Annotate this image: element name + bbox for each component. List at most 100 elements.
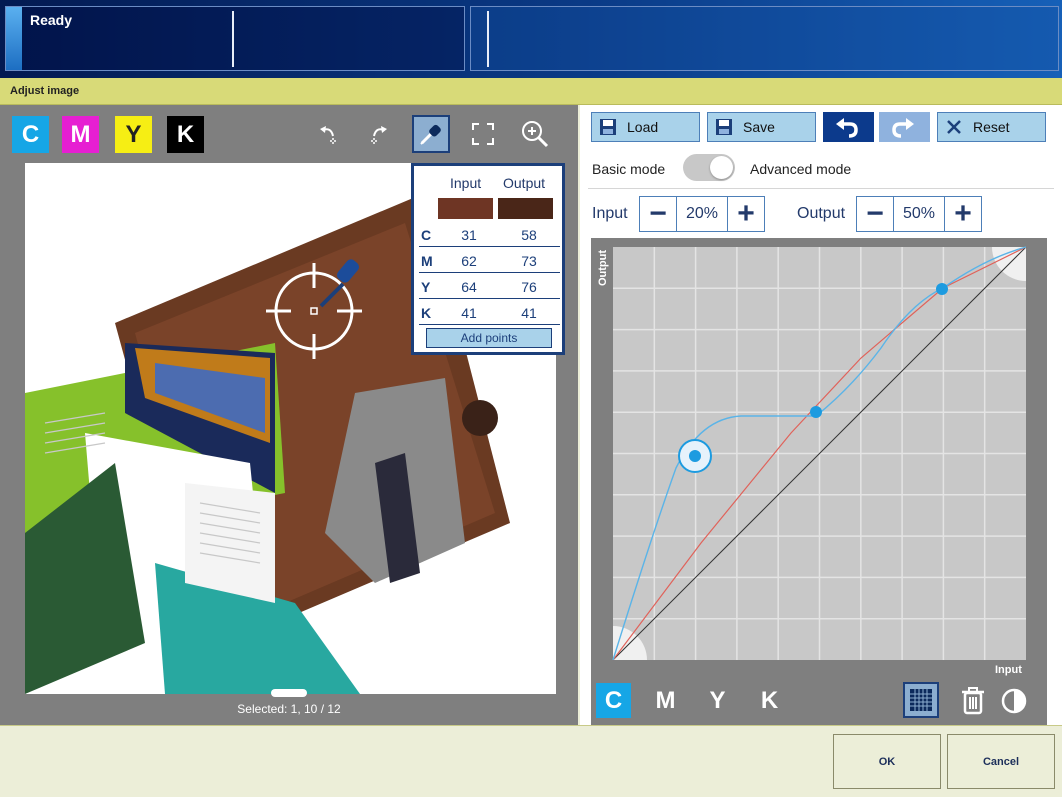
- picker-row-label: K: [421, 305, 432, 321]
- ink-label: C: [21, 120, 40, 148]
- input-increment-button[interactable]: +: [728, 197, 764, 231]
- channel-label: Y: [709, 686, 726, 714]
- channel-button-c[interactable]: C: [596, 683, 631, 718]
- rotate-left-button[interactable]: [309, 115, 347, 153]
- curve-point: [689, 450, 701, 462]
- ok-button[interactable]: OK: [833, 734, 941, 789]
- picker-row-output: 76: [521, 279, 537, 295]
- add-points-button[interactable]: Add points: [426, 328, 552, 348]
- channel-label: C: [604, 686, 623, 714]
- picker-row-label: M: [421, 253, 433, 269]
- status-text: Ready: [30, 12, 73, 28]
- cancel-button[interactable]: Cancel: [947, 734, 1055, 789]
- redo-icon: [892, 118, 914, 138]
- picker-row-k: K 41 41: [419, 301, 560, 325]
- advanced-mode-label: Advanced mode: [750, 161, 852, 177]
- toggle-knob: [710, 156, 733, 179]
- ink-label: Y: [125, 120, 142, 148]
- status-panel-left: Ready: [5, 6, 465, 71]
- output-stepper-label: Output: [797, 205, 846, 222]
- undo-icon: [836, 118, 858, 138]
- reset-icon: [947, 120, 961, 134]
- rotate-right-button[interactable]: [360, 115, 398, 153]
- basic-mode-label: Basic mode: [592, 161, 666, 177]
- load-button[interactable]: Load: [591, 112, 700, 142]
- ink-button-y[interactable]: Y: [115, 116, 152, 153]
- input-stepper: − 20% +: [639, 196, 765, 232]
- picker-row-output: 41: [521, 305, 537, 321]
- status-divider: [232, 11, 234, 67]
- channel-label: M: [655, 686, 676, 714]
- picker-row-y: Y 64 76: [419, 275, 560, 299]
- window-titlebar: Adjust image: [0, 78, 1062, 105]
- picker-row-output: 73: [521, 253, 537, 269]
- picker-row-c: C 31 58: [419, 223, 560, 247]
- zoom-in-icon: [522, 121, 549, 148]
- status-panel-right: [470, 6, 1059, 71]
- picker-input-header: Input: [450, 175, 482, 191]
- contrast-icon: [1001, 688, 1027, 714]
- output-value[interactable]: 50%: [893, 197, 945, 231]
- fullscreen-icon: [472, 123, 494, 145]
- eyedropper-icon: [420, 124, 441, 145]
- ink-label: M: [70, 120, 91, 148]
- status-accent: [6, 7, 22, 70]
- curve-point: [936, 283, 948, 295]
- mode-toggle[interactable]: [683, 154, 735, 181]
- grid-icon: [910, 689, 932, 711]
- picker-output-swatch: [498, 198, 553, 219]
- channel-button-k[interactable]: K: [752, 683, 787, 718]
- dialog-footer: OK Cancel: [0, 725, 1062, 797]
- window-title: Adjust image: [10, 85, 80, 97]
- picker-input-swatch: [438, 198, 493, 219]
- picker-row-input: 64: [461, 279, 477, 295]
- ink-button-m[interactable]: M: [62, 116, 99, 153]
- output-decrement-button[interactable]: −: [857, 197, 893, 231]
- picker-row-label: Y: [421, 279, 431, 295]
- tone-curve-graph[interactable]: [591, 238, 1047, 725]
- top-status-bar: Ready: [0, 0, 1062, 78]
- status-divider: [487, 11, 489, 67]
- zoom-button[interactable]: [516, 115, 554, 153]
- contrast-button[interactable]: [999, 685, 1029, 717]
- axis-x-label: Input: [995, 664, 1022, 676]
- input-value[interactable]: 20%: [676, 197, 728, 231]
- channel-button-y[interactable]: Y: [700, 683, 735, 718]
- redo-button[interactable]: [879, 112, 930, 142]
- page-slider-handle[interactable]: [271, 689, 307, 697]
- undo-button[interactable]: [823, 112, 874, 142]
- picker-row-m: M 62 73: [419, 249, 560, 273]
- channel-label: K: [760, 686, 779, 714]
- curve-panel: Load Save Reset Basic mode Advanced mode…: [580, 105, 1062, 725]
- save-icon: [716, 119, 732, 135]
- picker-row-input: 41: [461, 305, 477, 321]
- reset-button[interactable]: Reset: [937, 112, 1046, 142]
- output-stepper: − 50% +: [856, 196, 982, 232]
- picker-output-header: Output: [503, 175, 546, 191]
- picker-row-input: 62: [461, 253, 477, 269]
- curve-editor[interactable]: Output Input C M Y K: [591, 238, 1047, 725]
- picker-row-input: 31: [461, 227, 477, 243]
- channel-button-m[interactable]: M: [648, 683, 683, 718]
- output-increment-button[interactable]: +: [945, 197, 981, 231]
- input-stepper-label: Input: [592, 205, 628, 222]
- load-label: Load: [627, 119, 659, 135]
- ink-label: K: [176, 120, 195, 148]
- preview-panel: C M Y K Input Output C 31 58 M 62 73 Y 6…: [0, 105, 578, 725]
- delete-point-button[interactable]: [958, 685, 988, 717]
- save-label: Save: [743, 119, 775, 135]
- selection-status: Selected: 1, 10 / 12: [237, 702, 341, 716]
- input-decrement-button[interactable]: −: [640, 197, 676, 231]
- axis-y-label: Output: [597, 249, 609, 287]
- picker-row-label: C: [421, 227, 432, 243]
- grid-toggle-button[interactable]: [903, 682, 939, 718]
- load-icon: [600, 119, 616, 135]
- ink-button-c[interactable]: C: [12, 116, 49, 153]
- picker-row-output: 58: [521, 227, 537, 243]
- rotate-right-icon: [371, 126, 387, 144]
- save-button[interactable]: Save: [707, 112, 816, 142]
- ink-button-k[interactable]: K: [167, 116, 204, 153]
- curve-point: [810, 406, 822, 418]
- fit-to-screen-button[interactable]: [464, 115, 502, 153]
- color-picker-button[interactable]: [412, 115, 450, 153]
